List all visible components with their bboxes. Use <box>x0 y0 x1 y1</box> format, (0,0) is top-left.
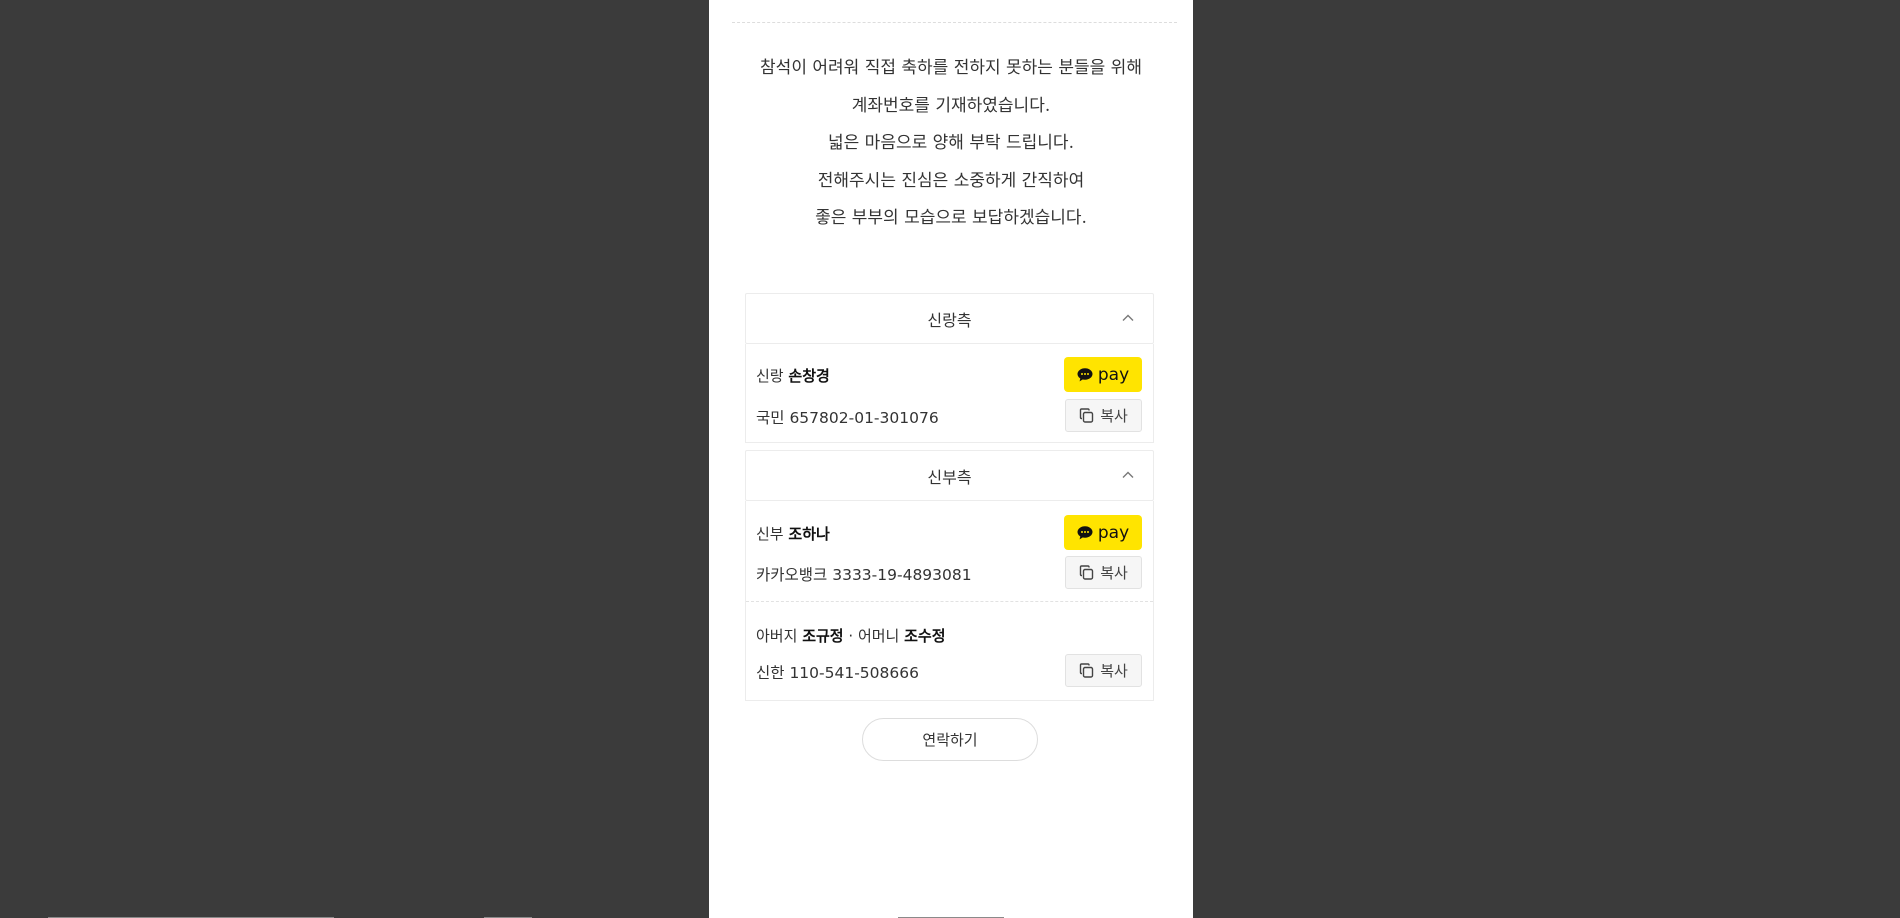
message-line: 계좌번호를 기재하였습니다. <box>851 95 1051 116</box>
bride-header-label: 신부측 <box>927 467 972 487</box>
account-entry: 신부 조하나 pay 카카오뱅크 3333-19-4893081 복사 <box>746 501 1153 601</box>
account-holder: 아버지 조규정 · 어머니 조수정 <box>756 625 946 646</box>
message-line: 좋은 부부의 모습으로 보답하겠습니다. <box>815 208 1087 228</box>
copy-label: 복사 <box>1100 407 1128 425</box>
copy-label: 복사 <box>1100 662 1128 680</box>
holder-name: 조하나 <box>788 525 830 543</box>
message-line: 참석이 어려워 직접 축하를 전하지 못하는 분들을 위해 <box>760 58 1142 78</box>
kakaopay-button[interactable]: pay <box>1064 515 1142 550</box>
account-message: 참석이 어려워 직접 축하를 전하지 못하는 분들을 위해 계좌번호를 기재하였… <box>709 50 1193 238</box>
groom-accordion-header[interactable]: 신랑측 <box>745 293 1154 344</box>
bride-accounts: 신부 조하나 pay 카카오뱅크 3333-19-4893081 복사 아버지 … <box>745 501 1154 701</box>
copy-button[interactable]: 복사 <box>1065 399 1142 432</box>
message-line: 넓은 마음으로 양해 부탁 드립니다. <box>828 133 1074 153</box>
kakaopay-button[interactable]: pay <box>1064 357 1142 392</box>
account-number: 카카오뱅크 3333-19-4893081 <box>756 566 972 584</box>
chevron-up-icon <box>1122 471 1134 478</box>
contact-button[interactable]: 연락하기 <box>862 718 1038 761</box>
holder-role: 어머니 <box>857 627 900 645</box>
chevron-up-icon <box>1122 314 1134 321</box>
account-holder: 신부 조하나 <box>756 523 830 544</box>
account-number: 국민 657802-01-301076 <box>756 409 939 427</box>
holder-role: 아버지 <box>756 627 798 645</box>
invitation-page: 참석이 어려워 직접 축하를 전하지 못하는 분들을 위해 계좌번호를 기재하였… <box>709 0 1193 918</box>
groom-accounts: 신랑 손창경 pay 국민 657802-01-301076 복사 <box>745 344 1154 443</box>
kakao-talk-bubble-icon <box>1077 525 1093 539</box>
account-holder: 신랑 손창경 <box>756 365 830 386</box>
groom-header-label: 신랑측 <box>927 310 972 330</box>
copy-button[interactable]: 복사 <box>1065 556 1142 589</box>
pay-label: pay <box>1097 364 1130 385</box>
account-entry: 신랑 손창경 pay 국민 657802-01-301076 복사 <box>746 344 1153 443</box>
holder-name: 조규정 <box>802 627 844 645</box>
copy-label: 복사 <box>1100 564 1128 582</box>
copy-icon <box>1079 565 1094 580</box>
account-number: 신한 110-541-508666 <box>756 664 919 682</box>
holder-role: 신부 <box>756 525 784 543</box>
holder-name: 손창경 <box>788 367 830 385</box>
account-entry: 아버지 조규정 · 어머니 조수정 신한 110-541-508666 복사 <box>746 601 1153 701</box>
copy-icon <box>1079 663 1094 678</box>
kakao-talk-bubble-icon <box>1077 367 1093 381</box>
pay-label: pay <box>1097 522 1130 543</box>
holder-name: 조수정 <box>904 627 946 645</box>
bride-accordion-header[interactable]: 신부측 <box>745 450 1154 501</box>
divider <box>732 22 1177 23</box>
copy-button[interactable]: 복사 <box>1065 654 1142 687</box>
holder-role: 신랑 <box>756 367 784 385</box>
message-line: 전해주시는 진심은 소중하게 간직하여 <box>817 170 1085 191</box>
holder-separator: · <box>848 627 854 645</box>
copy-icon <box>1079 408 1094 423</box>
